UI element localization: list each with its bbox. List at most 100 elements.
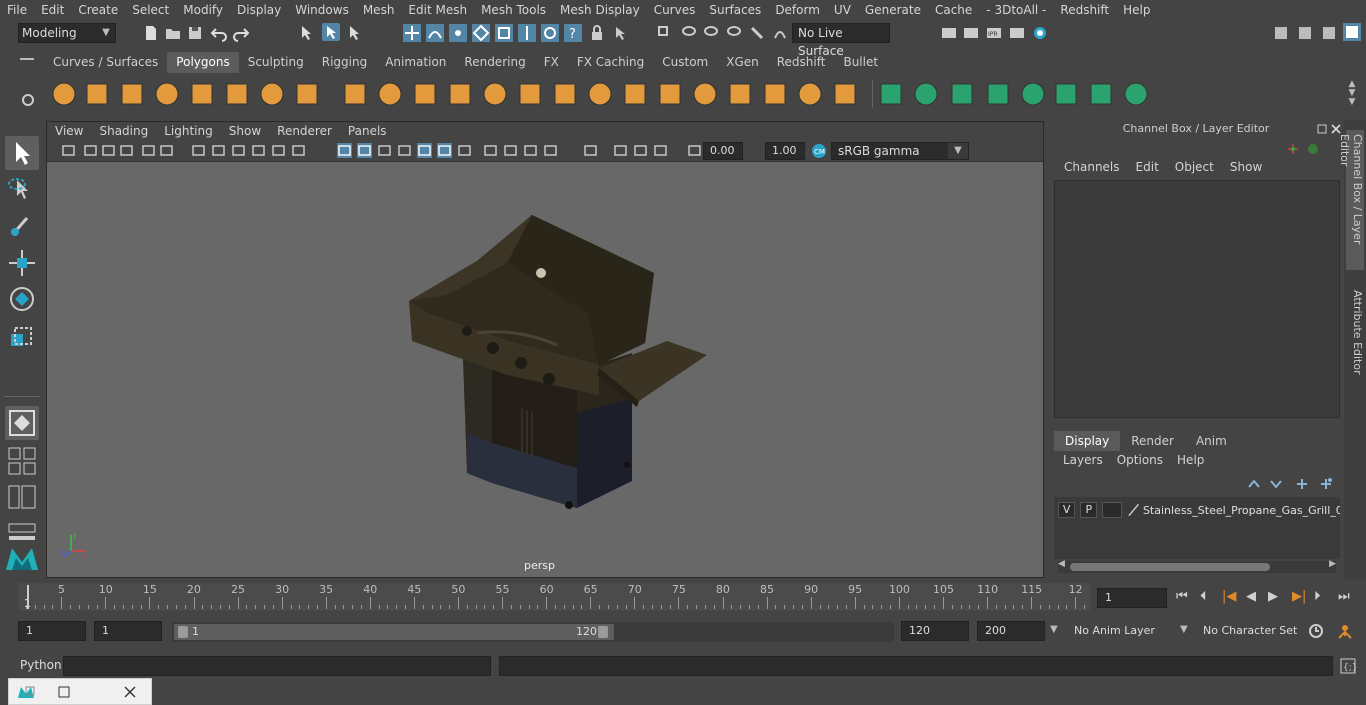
screen-space-ao-icon[interactable] bbox=[483, 143, 498, 158]
layer-menu-options[interactable]: Options bbox=[1110, 453, 1170, 467]
anim-layer-select[interactable]: No Anim Layer bbox=[1066, 621, 1176, 641]
mirror-icon[interactable] bbox=[411, 80, 439, 108]
command-language-label[interactable]: Python bbox=[20, 658, 62, 672]
shadows-icon[interactable] bbox=[457, 143, 472, 158]
menu-display[interactable]: Display bbox=[230, 3, 288, 17]
exposure-icon[interactable] bbox=[687, 143, 702, 158]
shelf-tab-xgen[interactable]: XGen bbox=[717, 52, 768, 73]
tweak-icon[interactable] bbox=[725, 24, 743, 42]
uv-planar-icon[interactable] bbox=[948, 80, 976, 108]
select-camera-icon[interactable] bbox=[61, 143, 76, 158]
move-layer-up-icon[interactable] bbox=[1246, 477, 1262, 491]
menu-surfaces[interactable]: Surfaces bbox=[702, 3, 768, 17]
append-icon[interactable] bbox=[726, 80, 754, 108]
shelf-tab-fx[interactable]: FX bbox=[535, 52, 568, 73]
uv-spherical-icon[interactable] bbox=[1019, 80, 1047, 108]
playback-end-field[interactable]: 120 bbox=[901, 621, 969, 641]
menu-modify[interactable]: Modify bbox=[176, 3, 230, 17]
shelf-tab-fx-caching[interactable]: FX Caching bbox=[568, 52, 653, 73]
shelf-gear-icon[interactable] bbox=[20, 92, 36, 108]
safe-action-icon[interactable] bbox=[271, 143, 286, 158]
channel-box-menu-edit[interactable]: Edit bbox=[1128, 160, 1167, 174]
gate-mask-icon[interactable] bbox=[231, 143, 246, 158]
show-channel-box-icon[interactable] bbox=[1343, 23, 1361, 41]
rotate-tool-icon[interactable] bbox=[5, 282, 39, 316]
layer-row[interactable]: V P Stainless_Steel_Propane_Gas_Grill_00 bbox=[1058, 501, 1340, 519]
shelf-tab-sculpting[interactable]: Sculpting bbox=[239, 52, 313, 73]
wireframe-on-shaded-icon[interactable] bbox=[397, 143, 412, 158]
smooth-shade-selected-icon[interactable] bbox=[377, 143, 392, 158]
uv-checker-icon[interactable] bbox=[1087, 80, 1115, 108]
menu-redshift[interactable]: Redshift bbox=[1053, 3, 1116, 17]
scale-tool-icon[interactable] bbox=[5, 320, 39, 354]
selection-mask-icon[interactable] bbox=[612, 24, 630, 42]
menu-3dtoall[interactable]: - 3DtoAll - bbox=[979, 3, 1053, 17]
viewport-canvas[interactable]: x y z persp bbox=[47, 163, 1043, 577]
channel-box-area[interactable] bbox=[1054, 180, 1340, 418]
move-layer-down-icon[interactable] bbox=[1268, 477, 1284, 491]
tab-channel-box[interactable]: Channel Box / Layer Editor bbox=[1338, 130, 1364, 270]
shelf-tab-custom[interactable]: Custom bbox=[653, 52, 717, 73]
viewport-menu-show[interactable]: Show bbox=[221, 124, 269, 138]
use-all-lights-icon[interactable] bbox=[437, 143, 452, 158]
scroll-right-icon[interactable]: ▶ bbox=[1329, 559, 1336, 569]
bridge-icon[interactable] bbox=[586, 80, 614, 108]
xray-joints-icon[interactable] bbox=[633, 143, 648, 158]
shelf-scroll-icon[interactable]: ▲ ▼ ▼ bbox=[1345, 80, 1359, 108]
persp-outliner-layout-icon[interactable] bbox=[5, 480, 39, 514]
play-backwards-icon[interactable]: ◀ bbox=[1246, 589, 1262, 605]
shelf-menu-icon[interactable] bbox=[20, 58, 34, 60]
workspace-icon[interactable] bbox=[1272, 24, 1290, 42]
range-end-handle[interactable] bbox=[598, 626, 608, 638]
speed-icon[interactable] bbox=[1306, 142, 1320, 156]
viewport-menu-renderer[interactable]: Renderer bbox=[269, 124, 340, 138]
restore-window-icon[interactable] bbox=[57, 685, 71, 699]
range-slider[interactable]: 1 120 bbox=[172, 622, 894, 642]
menu-select[interactable]: Select bbox=[125, 3, 176, 17]
viewport-menu-shading[interactable]: Shading bbox=[91, 124, 156, 138]
paint-select-icon[interactable] bbox=[702, 24, 720, 42]
chevron-down-icon[interactable]: ▼ bbox=[1050, 624, 1058, 635]
viewport-menu-panels[interactable]: Panels bbox=[340, 124, 395, 138]
menu-edit[interactable]: Edit bbox=[34, 3, 71, 17]
select-component-icon[interactable] bbox=[346, 24, 364, 42]
layer-tab-render[interactable]: Render bbox=[1120, 431, 1185, 451]
redo-icon[interactable] bbox=[232, 24, 250, 42]
gamma-field[interactable]: 1.00 bbox=[765, 142, 805, 160]
extract-icon[interactable] bbox=[516, 80, 544, 108]
menu-create[interactable]: Create bbox=[71, 3, 125, 17]
collapse-icon[interactable] bbox=[877, 80, 905, 108]
current-time-marker[interactable] bbox=[27, 585, 29, 609]
menu-deform[interactable]: Deform bbox=[768, 3, 827, 17]
help-question-icon[interactable]: ? bbox=[564, 24, 582, 42]
xray-active-icon[interactable] bbox=[653, 143, 668, 158]
field-chart-icon[interactable] bbox=[251, 143, 266, 158]
separate-icon[interactable] bbox=[376, 80, 404, 108]
snap-grid-icon[interactable] bbox=[403, 24, 421, 42]
snap-live-icon[interactable] bbox=[495, 24, 513, 42]
cube-icon[interactable] bbox=[83, 80, 111, 108]
menu-curves[interactable]: Curves bbox=[647, 3, 703, 17]
fill-hole-icon[interactable] bbox=[761, 80, 789, 108]
float-panel-icon[interactable] bbox=[1316, 123, 1328, 135]
cone-icon[interactable] bbox=[153, 80, 181, 108]
grease-pencil-icon[interactable] bbox=[141, 143, 156, 158]
undo-icon[interactable] bbox=[210, 24, 228, 42]
menu-uv[interactable]: UV bbox=[827, 3, 858, 17]
current-frame-field[interactable]: 1 bbox=[1097, 588, 1167, 608]
channel-box-menu-object[interactable]: Object bbox=[1167, 160, 1222, 174]
layer-menu-layers[interactable]: Layers bbox=[1056, 453, 1110, 467]
channel-box-menu-channels[interactable]: Channels bbox=[1056, 160, 1128, 174]
motion-blur-icon[interactable] bbox=[503, 143, 518, 158]
scroll-left-icon[interactable]: ◀ bbox=[1058, 559, 1065, 569]
cylinder-icon[interactable] bbox=[118, 80, 146, 108]
snap-view-plane-icon[interactable] bbox=[472, 24, 490, 42]
image-plane-icon[interactable] bbox=[119, 143, 134, 158]
menu-mesh[interactable]: Mesh bbox=[356, 3, 402, 17]
menu-file[interactable]: File bbox=[0, 3, 34, 17]
extrude-icon[interactable] bbox=[551, 80, 579, 108]
bevel-icon[interactable] bbox=[621, 80, 649, 108]
select-object-icon[interactable] bbox=[322, 23, 340, 41]
layer-tab-display[interactable]: Display bbox=[1054, 431, 1121, 451]
viewport-menu-lighting[interactable]: Lighting bbox=[156, 124, 221, 138]
